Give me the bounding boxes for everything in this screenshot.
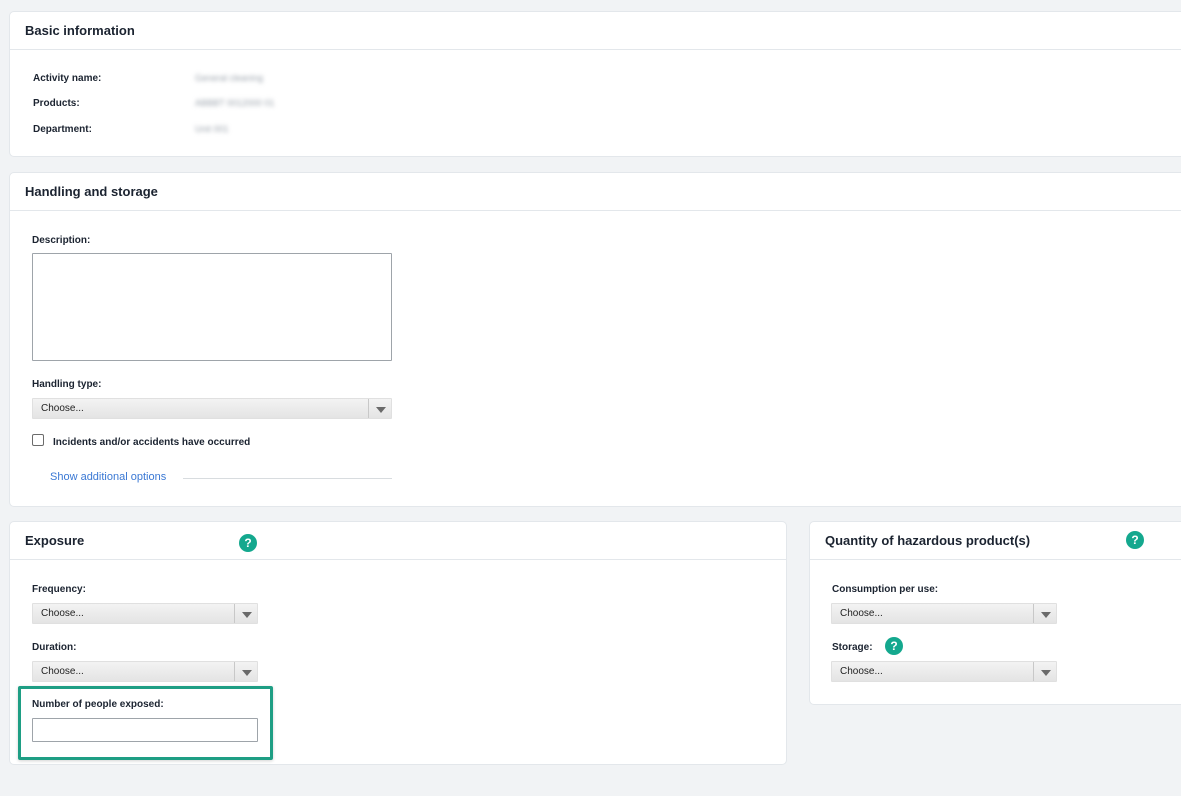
show-additional-options-link[interactable]: Show additional options <box>50 471 166 483</box>
consumption-select-value: Choose... <box>840 608 883 619</box>
quantity-card: Quantity of hazardous product(s) ? Consu… <box>809 521 1181 705</box>
handling-card: Handling and storage Description: Handli… <box>9 172 1181 507</box>
additional-options-divider <box>183 478 392 479</box>
handling-type-select-value: Choose... <box>41 403 84 414</box>
incidents-checkbox[interactable] <box>32 434 44 446</box>
activity-name-value: General cleaning <box>195 73 264 83</box>
incidents-label: Incidents and/or accidents have occurred <box>53 437 251 448</box>
duration-label: Duration: <box>32 642 77 653</box>
storage-help-icon[interactable]: ? <box>885 637 903 655</box>
handling-title: Handling and storage <box>25 184 158 199</box>
handling-header: Handling and storage <box>10 173 1181 211</box>
quantity-header: Quantity of hazardous product(s) ? <box>810 522 1181 560</box>
chevron-down-icon[interactable] <box>234 662 257 681</box>
storage-label: Storage: <box>832 642 873 653</box>
duration-select-value: Choose... <box>41 666 84 677</box>
frequency-select-value: Choose... <box>41 608 84 619</box>
chevron-down-icon[interactable] <box>1033 662 1056 681</box>
department-label: Department: <box>33 124 92 135</box>
products-label: Products: <box>33 98 80 109</box>
chevron-down-icon[interactable] <box>368 399 391 418</box>
quantity-title: Quantity of hazardous product(s) <box>825 533 1031 548</box>
products-value: ABBBT 0012000 01 <box>195 98 275 108</box>
duration-select[interactable]: Choose... <box>32 661 258 682</box>
basic-info-header: Basic information <box>10 12 1181 50</box>
basic-info-card: Basic information Activity name: General… <box>9 11 1181 157</box>
description-textarea[interactable] <box>32 253 392 361</box>
exposure-title: Exposure <box>25 533 85 548</box>
exposure-header: Exposure ? <box>10 522 786 560</box>
activity-name-label: Activity name: <box>33 73 102 84</box>
department-value: Unit 001 <box>195 124 229 134</box>
description-label: Description: <box>32 235 91 246</box>
consumption-select[interactable]: Choose... <box>831 603 1057 624</box>
basic-info-title: Basic information <box>25 23 135 38</box>
chevron-down-icon[interactable] <box>234 604 257 623</box>
frequency-select[interactable]: Choose... <box>32 603 258 624</box>
handling-type-label: Handling type: <box>32 379 102 390</box>
storage-select[interactable]: Choose... <box>831 661 1057 682</box>
consumption-label: Consumption per use: <box>832 584 939 595</box>
storage-select-value: Choose... <box>840 666 883 677</box>
handling-type-select[interactable]: Choose... <box>32 398 392 419</box>
chevron-down-icon[interactable] <box>1033 604 1056 623</box>
people-exposed-highlight <box>18 686 273 760</box>
help-icon[interactable]: ? <box>239 534 257 552</box>
frequency-label: Frequency: <box>32 584 86 595</box>
help-icon[interactable]: ? <box>1126 531 1144 549</box>
